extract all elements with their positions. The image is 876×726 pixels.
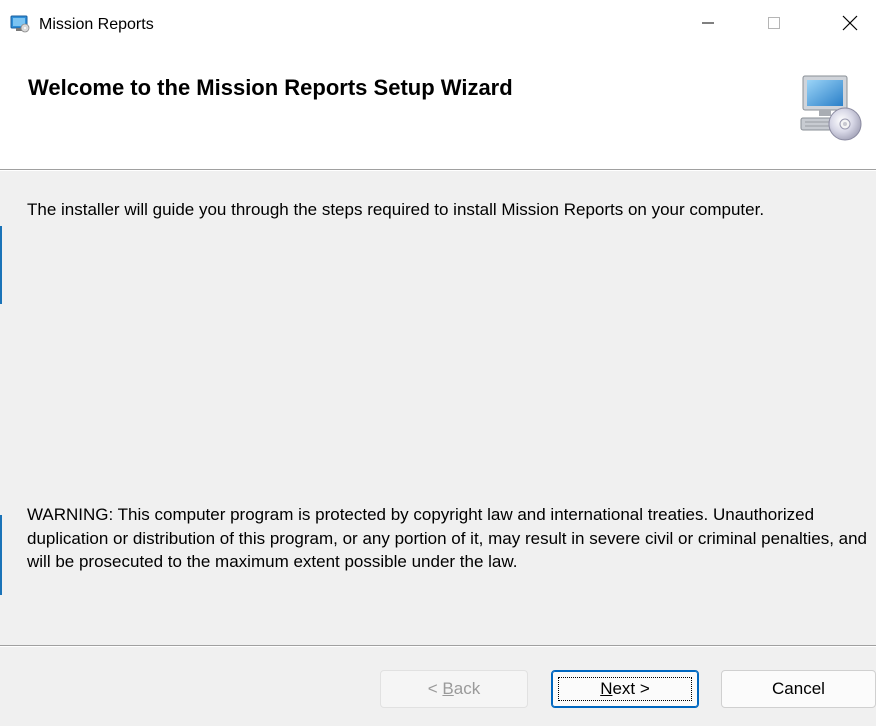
- next-button[interactable]: Next >: [551, 670, 699, 708]
- title-bar[interactable]: Mission Reports: [0, 0, 876, 46]
- back-button-prefix: <: [427, 679, 443, 698]
- maximize-icon: [768, 17, 780, 29]
- next-button-rest: ext >: [612, 679, 650, 698]
- wizard-header: Welcome to the Mission Reports Setup Wiz…: [0, 46, 876, 169]
- back-button[interactable]: < Back: [380, 670, 528, 708]
- copyright-warning: WARNING: This computer program is protec…: [27, 505, 867, 571]
- close-icon: [842, 15, 858, 31]
- installer-app-icon: [10, 15, 30, 33]
- window-title: Mission Reports: [39, 16, 154, 33]
- minimize-icon: [702, 22, 714, 24]
- wizard-title: Welcome to the Mission Reports Setup Wiz…: [28, 75, 513, 100]
- left-edge-accent: [0, 515, 2, 595]
- cancel-button[interactable]: Cancel: [721, 670, 876, 708]
- computer-cd-icon: [800, 75, 862, 141]
- minimize-button[interactable]: [680, 0, 736, 46]
- close-button[interactable]: [822, 0, 876, 46]
- next-button-mnemonic: N: [600, 679, 613, 698]
- setup-wizard-window: Mission Reports Welcome to the Mission R…: [0, 0, 876, 726]
- intro-text: The installer will guide you through the…: [27, 200, 765, 219]
- left-edge-accent: [0, 226, 2, 304]
- footer-divider-highlight: [0, 646, 876, 647]
- header-divider-highlight: [0, 170, 876, 171]
- maximize-button[interactable]: [746, 0, 802, 46]
- back-button-mnemonic: B: [442, 679, 454, 698]
- back-button-rest: ack: [453, 679, 481, 698]
